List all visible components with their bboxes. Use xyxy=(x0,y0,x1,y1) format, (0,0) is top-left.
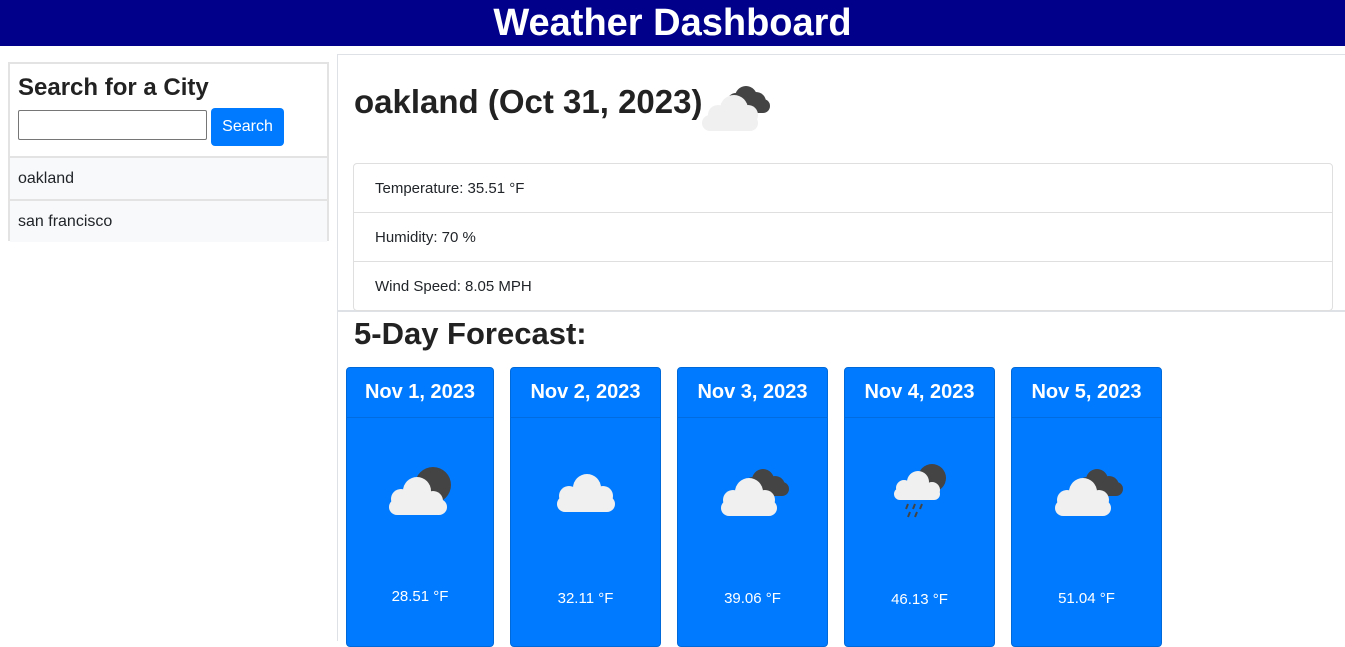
forecast-card: Nov 5, 2023 51.04 °F xyxy=(1011,367,1162,647)
forecast-date: Nov 2, 2023 xyxy=(511,368,660,418)
cloud-icon xyxy=(556,474,615,512)
sun-behind-cloud-icon xyxy=(702,86,770,131)
forecast-card: Nov 2, 2023 32.11 °F xyxy=(510,367,661,647)
broken-clouds-icon xyxy=(1054,469,1123,516)
forecast-card: Nov 4, 2023 46.13 °F xyxy=(844,367,995,647)
wind-speed-row: Wind Speed: 8.05 MPH xyxy=(375,278,532,295)
search-history-list: oakland san francisco xyxy=(10,156,327,242)
page-title: Weather Dashboard xyxy=(493,1,852,44)
search-sidebar: Search for a City Search oakland san fra… xyxy=(8,62,329,242)
search-title: Search for a City xyxy=(18,74,209,101)
forecast-card: Nov 3, 2023 39.06 °F xyxy=(677,367,828,647)
forecast-date: Nov 1, 2023 xyxy=(347,368,493,418)
search-button[interactable]: Search xyxy=(211,108,284,146)
forecast-temp: 28.51 °F xyxy=(391,588,449,605)
forecast-date: Nov 4, 2023 xyxy=(845,368,994,418)
temperature-row: Temperature: 35.51 °F xyxy=(354,164,1332,213)
forecast-title: 5-Day Forecast: xyxy=(354,316,587,351)
rain-cloud-icon xyxy=(893,464,946,518)
current-city-title: oakland (Oct 31, 2023) xyxy=(354,83,703,120)
city-search-input[interactable] xyxy=(18,110,207,140)
history-item-oakland[interactable]: oakland xyxy=(10,156,327,199)
forecast-date: Nov 5, 2023 xyxy=(1012,368,1161,418)
broken-clouds-icon xyxy=(720,469,789,516)
forecast-temp: 32.11 °F xyxy=(557,590,614,607)
current-details-list: Temperature: 35.51 °F Humidity: 70 % Win… xyxy=(353,163,1333,311)
current-weather-panel: oakland (Oct 31, 2023) Temperature: 35.5… xyxy=(338,54,1345,312)
humidity-row: Humidity: 70 % xyxy=(354,213,1332,262)
forecast-temp: 46.13 °F xyxy=(891,591,948,608)
forecast-temp: 39.06 °F xyxy=(724,590,781,607)
app-header: Weather Dashboard xyxy=(0,0,1345,46)
forecast-card: Nov 1, 2023 28.51 °F xyxy=(346,367,494,647)
partly-cloudy-icon xyxy=(389,467,451,515)
history-item-san-francisco[interactable]: san francisco xyxy=(10,199,327,242)
forecast-date: Nov 3, 2023 xyxy=(678,368,827,418)
forecast-temp: 51.04 °F xyxy=(1058,590,1115,607)
